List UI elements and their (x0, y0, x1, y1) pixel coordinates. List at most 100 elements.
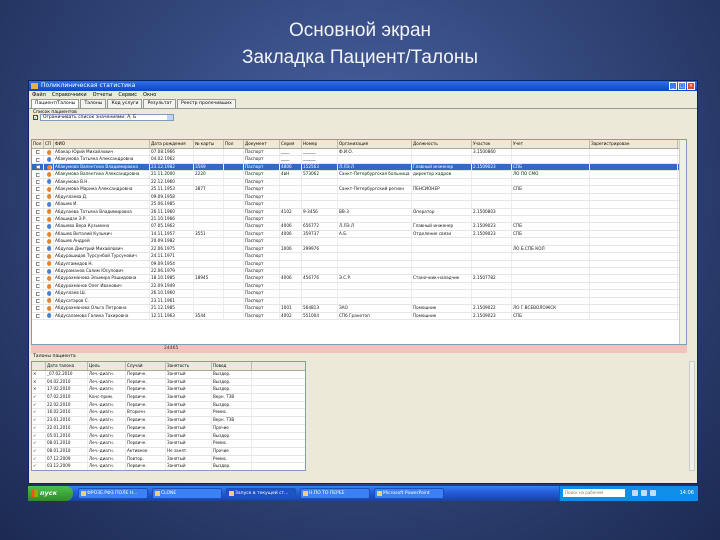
patients-col-header[interactable]: СП (44, 140, 54, 148)
patients-col-header[interactable]: Зарегистрирован (590, 140, 678, 148)
row-checkbox[interactable] (35, 232, 40, 237)
tickets-col-header[interactable]: Повод (212, 362, 252, 370)
menu-window[interactable]: Окно (143, 91, 156, 99)
tray-language-icon[interactable] (650, 490, 656, 496)
desktop-search-field[interactable]: Поиск на рабочем (563, 489, 625, 497)
tickets-col-header[interactable]: Цель (88, 362, 126, 370)
row-checkbox[interactable] (35, 291, 40, 296)
filter-checkbox[interactable]: ✓ (33, 115, 38, 120)
ticket-row[interactable]: ✓ 23.01.2010 Леч.-диагн. Первичн. Занятый Вер… (32, 417, 305, 425)
patient-row[interactable]: Абашев Андрей 20.09.1982 Паспорт (32, 238, 686, 246)
patients-col-header[interactable]: № карты (194, 140, 224, 148)
ticket-row[interactable]: ✓ 22.02.2010 Леч.-диагн. Первичн. Занятый Выз… (32, 401, 305, 410)
window-titlebar[interactable]: Поликлиническая статистика _ □ × (29, 81, 697, 91)
patients-col-header[interactable]: Пол (224, 140, 244, 148)
menu-reports[interactable]: Отчеты (93, 91, 113, 99)
row-checkbox[interactable] (35, 269, 40, 274)
patient-row[interactable]: Абакумова Татьяна Александровна 04.02.196… (32, 156, 686, 164)
start-button[interactable]: пуск (28, 486, 73, 501)
patient-row[interactable]: Абакумова Валентина Владимировна 23.12.19… (32, 163, 686, 172)
ticket-row[interactable]: ✓ 08.01.2010 Леч.-диагн. Активное Не занят. П… (32, 447, 305, 456)
row-checkbox[interactable] (35, 165, 40, 170)
patient-row[interactable]: Абакумова Валентина Александровна 21.11.2… (32, 171, 686, 179)
patients-col-header[interactable]: Документ (244, 140, 280, 148)
row-checkbox[interactable] (35, 194, 40, 199)
patient-row[interactable]: Абдурашидов Турсунбай Турсунович 24.11.19… (32, 253, 686, 261)
ticket-row[interactable]: ✕ _07.02.2010 Леч.-диагн. Первичн. Занятый Вы… (32, 371, 305, 379)
row-checkbox[interactable] (35, 209, 40, 214)
patient-row[interactable]: Абашев Виталий Кузьмич 14.11.1957 3551 Пасп… (32, 230, 686, 239)
patient-row[interactable]: Абашидзе Э.Р. 21.10.1966 Паспорт (32, 215, 686, 224)
row-checkbox[interactable] (35, 187, 40, 192)
menu-directories[interactable]: Справочники (52, 91, 87, 99)
menu-file[interactable]: Файл (32, 91, 46, 99)
tray-volume-icon[interactable] (641, 490, 647, 496)
patients-col-header[interactable]: Должность (412, 140, 472, 148)
patients-col-header[interactable]: Организация (338, 140, 412, 148)
patients-col-header[interactable]: Пол (32, 140, 44, 148)
ticket-row[interactable]: ✓ 05.01.2010 Леч.-диагн. Первичн. Занятый Выз… (32, 432, 305, 441)
patient-row[interactable]: Абакумова Марина Александровна 25.11.1953… (32, 186, 686, 194)
tickets-col-header[interactable]: Случай (126, 362, 166, 370)
patient-row[interactable]: Абдусаламова Галина Тахировна 12.11.1963 3… (32, 312, 686, 321)
patients-col-header[interactable]: Серия (280, 140, 302, 148)
ticket-row[interactable]: ✓ 22.01.2010 Леч.-диагн. Первичн. Занятый Про… (32, 424, 305, 433)
patient-row[interactable]: Абдулаева Татьяна Владимировна 26.11.1960… (32, 208, 686, 216)
patient-row[interactable]: Абдурахманова Эльмира Рашидовна 18.10.198… (32, 275, 686, 283)
taskbar-item-1[interactable]: ФРОЗЕ.РФ3 ПОЛЕ Н... (78, 488, 148, 499)
tab-patient-tickets[interactable]: Пациент/Талоны (31, 99, 80, 108)
row-checkbox[interactable] (35, 157, 40, 162)
patient-row[interactable]: Абдурахманов Олег Иванович 22.09.1949 Пасп… (32, 282, 686, 291)
menu-service[interactable]: Сервис (118, 91, 137, 99)
patient-row[interactable]: Абакар Юрий Михайлович 07.08.1966 Паспорт _… (32, 149, 686, 157)
patients-col-header[interactable]: Дата рождения (150, 140, 194, 148)
row-checkbox[interactable] (35, 261, 40, 266)
row-checkbox[interactable] (35, 246, 40, 251)
maximize-button[interactable]: □ (678, 82, 686, 90)
filter-select[interactable]: Ограничивать список значениями: А, Б (40, 114, 174, 121)
patients-col-header[interactable]: Учет (512, 140, 590, 148)
ticket-row[interactable]: ✕ 04.02.2010 Леч.-диагн. Первичн. Занятый Выз… (32, 378, 305, 387)
patient-row[interactable]: Абдуллаев Ш. 26.10.1960 Паспорт (32, 290, 686, 298)
patients-col-header[interactable]: Участок (472, 140, 512, 148)
tab-service-code[interactable]: Код услуги (107, 99, 143, 108)
taskbar-item-5[interactable]: Microsoft PowerPoint (374, 488, 444, 499)
patients-col-header[interactable]: Номер (302, 140, 338, 148)
row-checkbox[interactable] (35, 298, 40, 303)
tab-result[interactable]: Результат (143, 99, 177, 108)
patient-row[interactable]: Абдуллаева Д. 09.09.1958 Паспорт (32, 193, 686, 202)
tickets-col-header[interactable]: Занятость (166, 362, 212, 370)
row-checkbox[interactable] (35, 150, 40, 155)
row-checkbox[interactable] (35, 254, 40, 259)
right-panel-scrollbar[interactable] (689, 361, 695, 471)
patients-scrollbar[interactable] (679, 140, 686, 344)
row-checkbox[interactable] (35, 276, 40, 281)
minimize-button[interactable]: _ (669, 82, 677, 90)
patients-col-header[interactable]: ФИО (54, 140, 150, 148)
tickets-col-header[interactable] (32, 362, 46, 370)
ticket-row[interactable]: ✓ 07.12.2009 Леч.-диагн. Повтор. Занятый Реми… (32, 455, 305, 464)
patient-row[interactable]: Абдулгамидов Н. 09.09.1954 Паспорт (32, 260, 686, 268)
row-checkbox[interactable] (35, 179, 40, 184)
ticket-row[interactable]: ✓ 08.01.2010 Леч.-диагн. Первичн. Занятый Рем… (32, 440, 305, 448)
patient-row[interactable]: Абдурахманова Ольга Петровна 21.12.1985 Па… (32, 305, 686, 313)
tab-tickets[interactable]: Талоны (80, 99, 107, 108)
tab-registry[interactable]: Реестр пролечивших (177, 99, 236, 108)
taskbar-item-4[interactable]: Н.ПО ТО ПЕРЕЕ (300, 488, 370, 499)
patient-row[interactable]: Абашева Вера Кузьмина 07.05.1962 Паспорт 40… (32, 223, 686, 231)
patient-row[interactable]: Абдулов Дмитрий Михайлович 22.06.1975 Пасп… (32, 245, 686, 254)
row-checkbox[interactable] (35, 224, 40, 229)
row-checkbox[interactable] (35, 284, 40, 289)
taskbar-item-2[interactable]: CLONE (152, 488, 222, 499)
close-button[interactable]: × (687, 82, 695, 90)
row-checkbox[interactable] (35, 313, 40, 318)
ticket-row[interactable]: ✓ 03.12.2009 Леч.-диагн. Первичн. Занятый Выз… (32, 463, 305, 470)
patient-row[interactable]: Абдусатаров С. 23.11.1961 Паспорт (32, 297, 686, 306)
patient-row[interactable]: Абдураманов Салим Юсупович 22.06.1979 Пасп… (32, 268, 686, 276)
ticket-row[interactable]: ✓ 07.02.2010 Конс-прим. Первичн. Занятый Верн… (32, 394, 305, 402)
row-checkbox[interactable] (35, 202, 40, 207)
row-checkbox[interactable] (35, 239, 40, 244)
tickets-col-header[interactable]: Дата талона (46, 362, 88, 370)
ticket-row[interactable]: ✕ 17.02.2010 Леч.-диагн. Первичн. Занятый Выз… (32, 386, 305, 395)
patient-row[interactable]: Абакумова В.Н. 22.12.1960 Паспорт (32, 178, 686, 187)
